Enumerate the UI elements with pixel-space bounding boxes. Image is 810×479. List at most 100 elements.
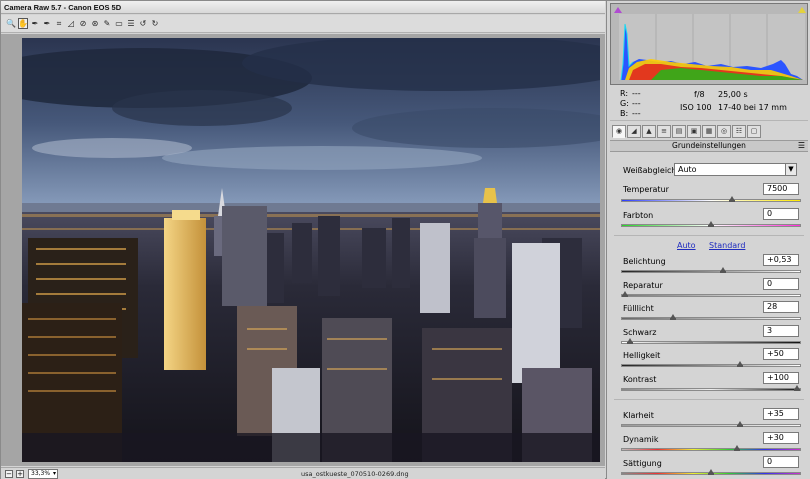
- spot-removal-tool-icon[interactable]: ⊘: [78, 18, 88, 29]
- slider-thumb[interactable]: [627, 338, 634, 344]
- saturation-slider[interactable]: [621, 469, 801, 475]
- white-balance-select[interactable]: Auto ▼: [674, 163, 797, 176]
- basic-settings: Weißabgleich: Auto ▼ Temperatur 7500 Far…: [610, 153, 808, 479]
- tint-value-field[interactable]: 0: [763, 208, 799, 220]
- temperature-value-field[interactable]: 7500: [763, 183, 799, 195]
- tab-camera-calibration-icon[interactable]: ◎: [717, 124, 731, 138]
- r-value: ---: [632, 89, 641, 98]
- slider-label: Belichtung: [623, 257, 666, 266]
- hand-tool-icon[interactable]: ✋: [18, 18, 28, 29]
- slider-label: Sättigung: [623, 459, 662, 468]
- section-title: Grundeinstellungen: [672, 141, 746, 150]
- adjustment-brush-icon[interactable]: ✎: [102, 18, 112, 29]
- vibrance-slider[interactable]: [621, 445, 801, 451]
- red-eye-tool-icon[interactable]: ⊛: [90, 18, 100, 29]
- temperature-slider[interactable]: [621, 196, 801, 202]
- slider-thumb[interactable]: [733, 445, 740, 451]
- fill-light-slider[interactable]: [621, 314, 801, 320]
- brightness-value-field[interactable]: +50: [763, 348, 799, 360]
- recovery-slider[interactable]: [621, 291, 801, 297]
- blacks-slider[interactable]: [621, 338, 801, 344]
- tab-basic-icon[interactable]: ◉: [612, 124, 626, 138]
- slider-thumb[interactable]: [720, 267, 727, 273]
- photo-preview[interactable]: [22, 38, 600, 462]
- blacks-value-field[interactable]: 3: [763, 325, 799, 337]
- tab-detail-icon[interactable]: ▲: [642, 124, 656, 138]
- tab-hsl-icon[interactable]: ≡: [657, 124, 671, 138]
- slider-thumb[interactable]: [670, 314, 677, 320]
- title-bar: Camera Raw 5.7 - Canon EOS 5D: [1, 1, 605, 14]
- contrast-slider[interactable]: [621, 385, 801, 391]
- city-skyline-photo: [22, 38, 600, 462]
- brightness-slider[interactable]: [621, 361, 801, 367]
- tab-presets-icon[interactable]: ☷: [732, 124, 746, 138]
- slider-thumb[interactable]: [728, 196, 735, 202]
- straighten-tool-icon[interactable]: ◿: [66, 18, 76, 29]
- clarity-slider[interactable]: [621, 421, 801, 427]
- slider-label: Kontrast: [623, 375, 657, 384]
- vibrance-value-field[interactable]: +30: [763, 432, 799, 444]
- rotate-right-icon[interactable]: ↻: [150, 18, 160, 29]
- fill-light-value-field[interactable]: 28: [763, 301, 799, 313]
- white-balance-tool-icon[interactable]: ✒: [30, 18, 40, 29]
- slider-label: Schwarz: [623, 328, 657, 337]
- shutter-speed: 25,00 s: [718, 90, 748, 99]
- divider: [614, 235, 804, 236]
- file-name: usa_ostkueste_070510-0269.dng: [301, 470, 409, 478]
- zoom-level-select[interactable]: 33,3% ▾: [28, 469, 58, 479]
- exposure-slider[interactable]: [621, 267, 801, 273]
- b-label: B:: [620, 109, 629, 118]
- graduated-filter-icon[interactable]: ▭: [114, 18, 124, 29]
- white-balance-value: Auto: [678, 165, 697, 174]
- lens: 17-40 bei 17 mm: [718, 103, 787, 112]
- zoom-in-button[interactable]: +: [16, 470, 24, 478]
- chevron-down-icon: ▼: [785, 164, 796, 175]
- tab-lens-corrections-icon[interactable]: ▣: [687, 124, 701, 138]
- saturation-value-field[interactable]: 0: [763, 456, 799, 468]
- tab-snapshots-icon[interactable]: ▢: [747, 124, 761, 138]
- camera-raw-window: Camera Raw 5.7 - Canon EOS 5D 🔍 ✋ ✒ ✒ ⌗ …: [0, 0, 810, 479]
- exposure-value-field[interactable]: +0,53: [763, 254, 799, 266]
- iso: ISO 100: [680, 103, 712, 112]
- panel-tabs: ◉ ◢ ▲ ≡ ▤ ▣ ▦ ◎ ☷ ▢: [610, 123, 808, 139]
- color-sampler-tool-icon[interactable]: ✒: [42, 18, 52, 29]
- rotate-left-icon[interactable]: ↺: [138, 18, 148, 29]
- tab-split-toning-icon[interactable]: ▤: [672, 124, 686, 138]
- auto-link[interactable]: Auto: [677, 241, 696, 250]
- tab-effects-icon[interactable]: ▦: [702, 124, 716, 138]
- zoom-tool-icon[interactable]: 🔍: [6, 18, 16, 29]
- contrast-value-field[interactable]: +100: [763, 372, 799, 384]
- status-bar: − + 33,3% ▾ usa_ostkueste_070510-0269.dn…: [1, 467, 605, 479]
- tab-tone-curve-icon[interactable]: ◢: [627, 124, 641, 138]
- zoom-out-button[interactable]: −: [5, 470, 13, 478]
- divider: [614, 399, 804, 400]
- panel-menu-icon[interactable]: ☰: [798, 141, 805, 151]
- slider-label: Farbton: [623, 211, 654, 220]
- white-balance-label: Weißabgleich:: [623, 166, 680, 175]
- chevron-down-icon: ▾: [52, 470, 56, 477]
- r-label: R:: [620, 89, 629, 98]
- slider-label: Klarheit: [623, 411, 654, 420]
- slider-thumb[interactable]: [737, 361, 744, 367]
- clarity-value-field[interactable]: +35: [763, 408, 799, 420]
- shadow-clipping-warning-icon[interactable]: [614, 7, 622, 13]
- tint-slider[interactable]: [621, 221, 801, 227]
- standard-link[interactable]: Standard: [709, 241, 745, 250]
- g-value: ---: [632, 99, 641, 108]
- slider-thumb[interactable]: [794, 385, 800, 391]
- pixel-readout: R: --- G: --- B: --- f/8 25,00 s ISO 100…: [610, 87, 808, 121]
- zoom-level-value: 33,3%: [31, 470, 51, 477]
- recovery-value-field[interactable]: 0: [763, 278, 799, 290]
- slider-thumb[interactable]: [708, 469, 714, 475]
- highlight-clipping-warning-icon[interactable]: [798, 7, 806, 13]
- section-header: Grundeinstellungen ☰: [610, 140, 808, 152]
- crop-tool-icon[interactable]: ⌗: [54, 18, 64, 29]
- slider-thumb[interactable]: [708, 221, 714, 227]
- image-viewport[interactable]: [1, 34, 605, 466]
- slider-thumb[interactable]: [622, 291, 628, 297]
- histogram: [610, 3, 808, 85]
- right-panel: R: --- G: --- B: --- f/8 25,00 s ISO 100…: [606, 1, 810, 479]
- preferences-icon[interactable]: ☰: [126, 18, 136, 29]
- slider-thumb[interactable]: [737, 421, 744, 427]
- window-title: Camera Raw 5.7 - Canon EOS 5D: [4, 3, 122, 12]
